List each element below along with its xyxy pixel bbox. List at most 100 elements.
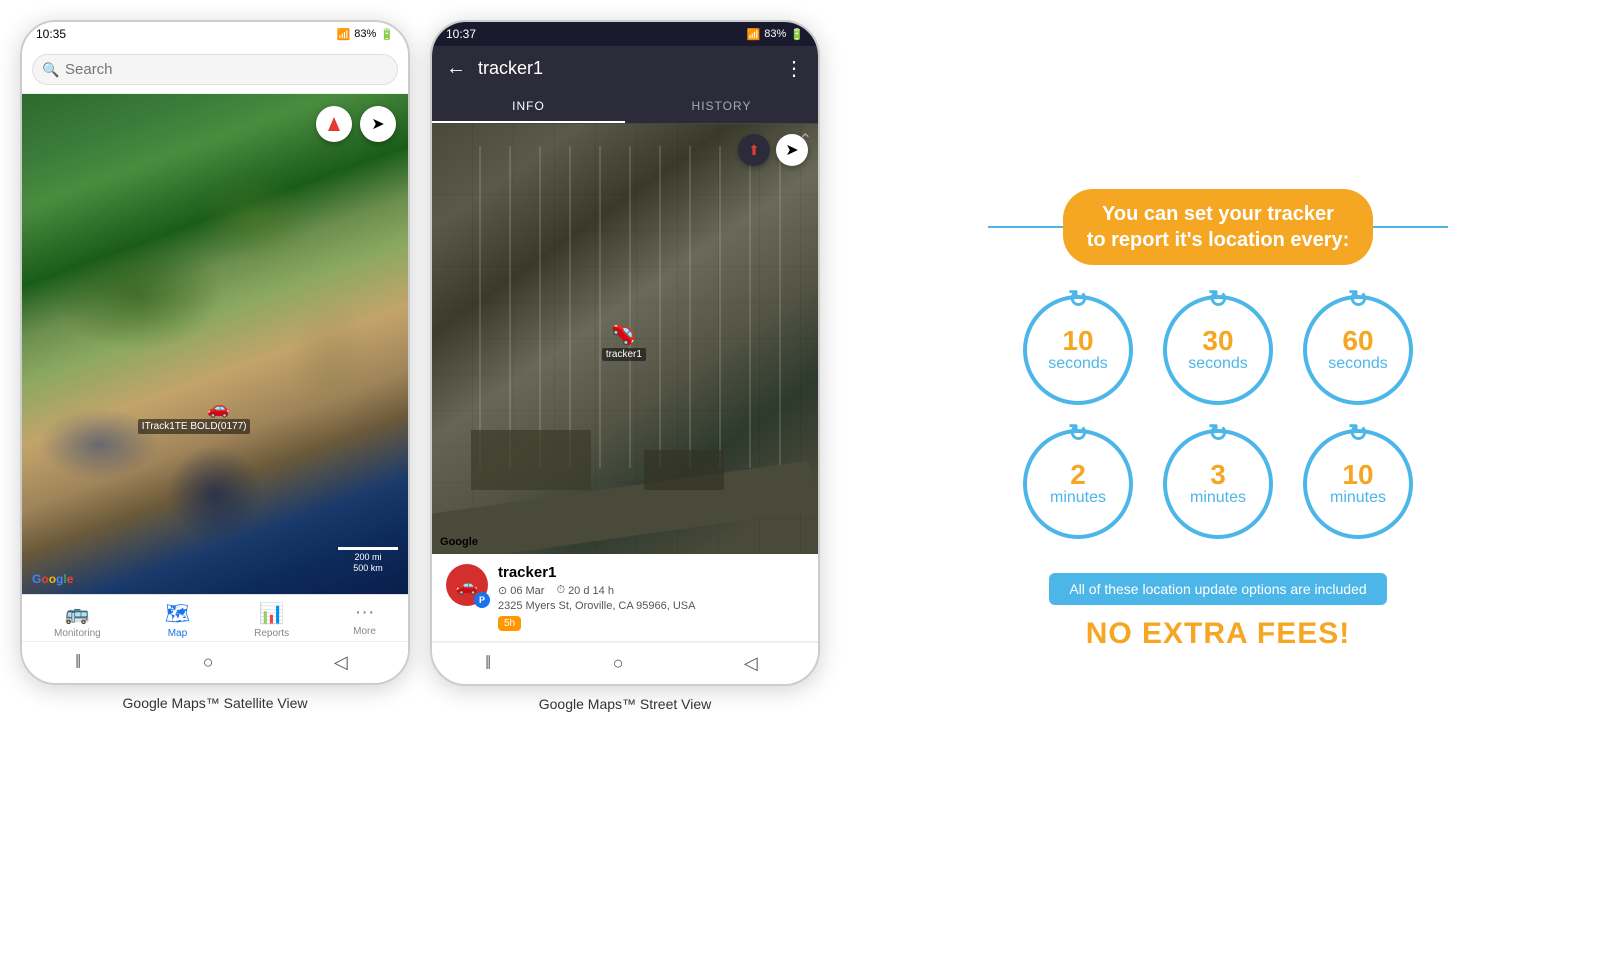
tracker-details: tracker1 ⊙ 06 Mar ⏱ 20 d 14 h 2325 Myers…: [498, 564, 804, 631]
location-button[interactable]: ➤: [360, 106, 396, 142]
sys-recents-btn-2[interactable]: ◁: [744, 653, 758, 674]
phone1-caption: Google Maps™ Satellite View: [123, 695, 308, 711]
right-panel: You can set your tracker to report it's …: [840, 20, 1596, 820]
tracker-date: ⊙ 06 Mar: [498, 584, 544, 597]
circle-10sec-unit: seconds: [1048, 355, 1108, 373]
app-tabs: INFO HISTORY: [432, 91, 818, 124]
circle-2min: 2 minutes: [1023, 429, 1133, 539]
circle-3min-unit: minutes: [1190, 489, 1246, 507]
compass-button-2[interactable]: ⬆: [738, 134, 770, 166]
tracker-avatar: 🚗 P: [446, 564, 488, 606]
compass-button[interactable]: [316, 106, 352, 142]
phone2-map[interactable]: ⬆ ➤ 🚗 tracker1 Google ⌃: [432, 124, 818, 554]
tracker-duration: ⏱ 20 d 14 h: [556, 584, 613, 597]
circle-10min-unit: minutes: [1330, 489, 1386, 507]
circle-2min-number: 2: [1070, 461, 1086, 489]
scale-200mi: 200 mi: [338, 552, 398, 563]
nav-reports[interactable]: 📊 Reports: [254, 601, 289, 639]
circle-10sec: 10 seconds: [1023, 295, 1133, 405]
infographic: You can set your tracker to report it's …: [958, 159, 1478, 681]
phone2-status-icons: 📶 83% 🔋: [747, 28, 804, 41]
nav-monitoring-label: Monitoring: [54, 628, 101, 639]
phone1-system-nav: ⃦ ○ ◁: [22, 641, 408, 683]
infographic-title: You can set your tracker to report it's …: [1063, 189, 1374, 265]
timer-icon: ⏱: [556, 584, 565, 597]
more-menu-button[interactable]: ⋮: [784, 56, 804, 81]
phone2-battery-icon: 🔋: [790, 28, 804, 41]
phone2-signal-icon: 📶: [747, 28, 761, 41]
scroll-indicator: ⌃: [799, 130, 812, 150]
phone1-time: 10:35: [36, 27, 66, 41]
circle-60sec-unit: seconds: [1328, 355, 1388, 373]
circle-10min-number: 10: [1342, 461, 1373, 489]
circles-row-2: 2 minutes 3 minutes 10 minutes: [988, 429, 1448, 539]
phone1-mockup: 10:35 📶 83% 🔋 🔍 ➤ �: [20, 20, 410, 685]
phone2-mockup: 10:37 📶 83% 🔋 ← tracker1 ⋮ INFO HISTORY: [430, 20, 820, 686]
phone2-column: 10:37 📶 83% 🔋 ← tracker1 ⋮ INFO HISTORY: [430, 20, 820, 712]
circle-30sec-number: 30: [1202, 327, 1233, 355]
nav-more-label: More: [353, 626, 376, 637]
phone1-status-bar: 10:35 📶 83% 🔋: [22, 22, 408, 46]
phone1-screen: 10:35 📶 83% 🔋 🔍 ➤ �: [22, 22, 408, 683]
sys-home-btn-2[interactable]: ○: [613, 653, 624, 674]
tab-history[interactable]: HISTORY: [625, 91, 818, 123]
phone2-screen: 10:37 📶 83% 🔋 ← tracker1 ⋮ INFO HISTORY: [432, 22, 818, 684]
map-icon: 🗺: [165, 601, 190, 626]
no-fees-text: NO EXTRA FEES!: [988, 617, 1448, 651]
phone1-battery-text: 83%: [354, 28, 376, 40]
sys-home-btn[interactable]: ○: [203, 652, 214, 673]
infographic-title-wrap: You can set your tracker to report it's …: [988, 189, 1448, 265]
tab-info[interactable]: INFO: [432, 91, 625, 123]
title-line1: You can set your tracker: [1102, 203, 1334, 225]
nav-reports-label: Reports: [254, 628, 289, 639]
tracker-car-label: tracker1: [602, 348, 646, 361]
map-scale: 200 mi 500 km: [338, 547, 398, 574]
phone1-column: 10:35 📶 83% 🔋 🔍 ➤ �: [20, 20, 410, 711]
circle-30sec: 30 seconds: [1163, 295, 1273, 405]
phone2-time: 10:37: [446, 27, 476, 41]
circle-60sec-number: 60: [1342, 327, 1373, 355]
map-marker: 🚗: [207, 398, 229, 419]
circle-2min-unit: minutes: [1050, 489, 1106, 507]
sys-recents-btn[interactable]: ◁: [334, 652, 348, 673]
circle-10min: 10 minutes: [1303, 429, 1413, 539]
phone1-bottom-nav: 🚌 Monitoring 🗺 Map 📊 Reports ··· More: [22, 594, 408, 641]
phone2-system-nav: ⃦ ○ ◁: [432, 642, 818, 684]
circle-10sec-number: 10: [1062, 327, 1093, 355]
scale-500km: 500 km: [338, 563, 398, 574]
search-icon: 🔍: [42, 61, 59, 78]
tracker-address: 2325 Myers St, Oroville, CA 95966, USA: [498, 600, 804, 612]
p-badge: P: [474, 592, 490, 608]
phone2-battery-text: 83%: [764, 28, 786, 40]
phone1-map[interactable]: ➤ 🚗 ITrack1TE BOLD(0177) Google 200 mi 5…: [22, 94, 408, 594]
map-label: ITrack1TE BOLD(0177): [138, 419, 251, 434]
phone1-search-wrap: 🔍: [32, 54, 398, 85]
app-title: tracker1: [478, 58, 772, 79]
circle-3min-number: 3: [1210, 461, 1226, 489]
nav-more[interactable]: ··· More: [353, 601, 376, 639]
included-banner: All of these location update options are…: [1049, 573, 1386, 605]
phone1-search-bar[interactable]: 🔍: [22, 46, 408, 94]
phone1-status-icons: 📶 83% 🔋: [337, 28, 394, 41]
tracker-name: tracker1: [498, 564, 804, 581]
circle-3min: 3 minutes: [1163, 429, 1273, 539]
nav-monitoring[interactable]: 🚌 Monitoring: [54, 601, 101, 639]
tracker-meta: ⊙ 06 Mar ⏱ 20 d 14 h: [498, 584, 804, 597]
back-button[interactable]: ←: [446, 57, 466, 80]
google-logo-2: Google: [440, 536, 478, 548]
circle-60sec: 60 seconds: [1303, 295, 1413, 405]
phone2-status-bar: 10:37 📶 83% 🔋: [432, 22, 818, 46]
building-1: [471, 430, 591, 490]
phone1-map-controls: ➤: [316, 106, 396, 142]
tracker-info-panel: 🚗 P tracker1 ⊙ 06 Mar ⏱ 20 d 14 h: [432, 554, 818, 642]
google-logo-1: Google: [32, 572, 73, 586]
phone2-app-header: ← tracker1 ⋮: [432, 46, 818, 91]
time-badge: 5h: [498, 616, 521, 631]
phone1-signal-icon: 📶: [337, 28, 351, 41]
reports-icon: 📊: [259, 601, 284, 626]
phone2-caption: Google Maps™ Street View: [539, 696, 712, 712]
search-input[interactable]: [32, 54, 398, 85]
clock-icon: ⊙: [498, 584, 507, 597]
parking-area: [451, 146, 798, 469]
nav-map[interactable]: 🗺 Map: [165, 601, 190, 639]
